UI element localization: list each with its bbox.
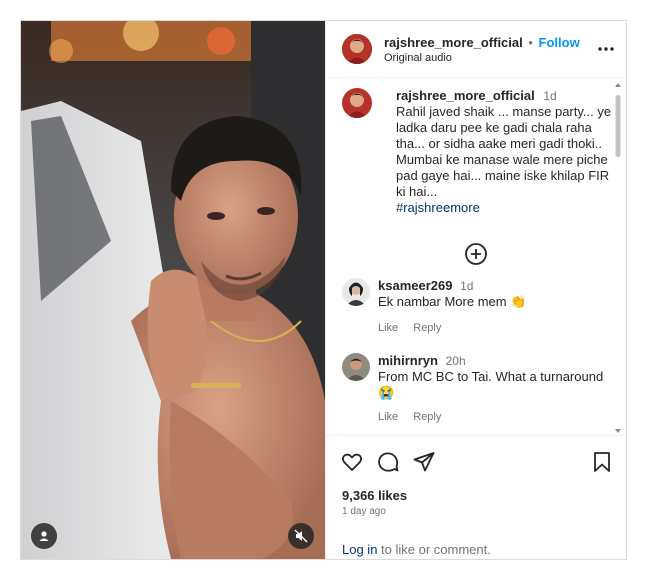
comment-actions: Like Reply — [378, 320, 608, 336]
save-button[interactable] — [590, 450, 614, 474]
comment-icon — [378, 452, 399, 472]
more-options-button[interactable] — [596, 39, 618, 59]
commenter-avatar-image — [342, 278, 370, 306]
separator-dot: • — [528, 35, 533, 50]
commenter-avatar[interactable] — [342, 278, 370, 306]
bookmark-icon — [594, 452, 610, 472]
commenter-avatar-image — [342, 353, 370, 381]
login-prompt-text: to like or comment. — [377, 542, 491, 557]
caption-avatar[interactable] — [342, 88, 372, 118]
comment-text: Ek nambar More mem 👏 — [378, 294, 527, 309]
comment-like-button[interactable]: Like — [378, 411, 398, 423]
tagged-users-button[interactable] — [31, 523, 57, 549]
more-horizontal-icon — [598, 47, 614, 51]
share-button[interactable] — [412, 450, 436, 474]
user-icon — [39, 531, 49, 541]
author-line: rajshree_more_official • Follow — [384, 35, 580, 50]
caption-hashtag[interactable]: #rajshreemore — [396, 200, 614, 216]
comment-time: 1d — [460, 279, 474, 293]
audio-link[interactable]: Original audio — [384, 52, 452, 64]
author-username[interactable]: rajshree_more_official — [384, 35, 523, 50]
video-frame — [21, 21, 325, 559]
comments-scrollbar[interactable] — [614, 81, 622, 433]
load-more-comments-button[interactable] — [464, 242, 488, 266]
scrollbar-track — [615, 83, 621, 433]
caption: rajshree_more_official 1d Rahil javed sh… — [326, 88, 626, 218]
plus-circle-icon — [465, 243, 487, 265]
follow-button[interactable]: Follow — [539, 35, 580, 50]
login-link[interactable]: Log in — [342, 542, 377, 557]
muted-speaker-icon — [294, 529, 308, 543]
caption-body: Rahil javed shaik ... manse party... ye … — [396, 104, 612, 199]
post-timestamp[interactable]: 1 day ago — [342, 506, 386, 517]
post-header: rajshree_more_official • Follow Original… — [326, 21, 626, 78]
comment-username[interactable]: mihirnryn — [378, 353, 438, 368]
author-avatar[interactable] — [342, 34, 372, 64]
heart-icon — [341, 453, 363, 471]
comment-text: From MC BC to Tai. What a turnaround 😭 — [378, 369, 604, 400]
commenter-avatar[interactable] — [342, 353, 370, 381]
post-dialog: rajshree_more_official • Follow Original… — [20, 20, 627, 560]
caption-text-block: rajshree_more_official 1d Rahil javed sh… — [396, 88, 614, 216]
comment-button[interactable] — [376, 450, 400, 474]
caption-time: 1d — [543, 89, 557, 103]
login-prompt: Log in to like or comment. — [342, 542, 491, 557]
comment-reply-button[interactable]: Reply — [413, 322, 441, 334]
like-button[interactable] — [340, 450, 364, 474]
comment-body: ksameer269 1d Ek nambar More mem 👏 Like … — [378, 278, 608, 336]
send-icon — [413, 452, 435, 472]
post-actions: 9,366 likes 1 day ago Log in to like or … — [326, 435, 626, 560]
comment-actions: Like Reply — [378, 409, 608, 425]
post-video[interactable] — [21, 21, 325, 559]
comment-username[interactable]: ksameer269 — [378, 278, 452, 293]
post-details-panel: rajshree_more_official • Follow Original… — [325, 21, 626, 559]
comment-body: mihirnryn 20h From MC BC to Tai. What a … — [378, 353, 608, 425]
likes-count[interactable]: 9,366 likes — [342, 488, 407, 503]
mute-button[interactable] — [288, 523, 314, 549]
caption-username[interactable]: rajshree_more_official — [396, 88, 535, 103]
comment-time: 20h — [445, 354, 466, 368]
comment-reply-button[interactable]: Reply — [413, 411, 441, 423]
comment-like-button[interactable]: Like — [378, 322, 398, 334]
comments-list[interactable]: rajshree_more_official 1d Rahil javed sh… — [326, 78, 626, 435]
author-avatar-image — [342, 34, 372, 64]
caption-avatar-image — [342, 88, 372, 118]
